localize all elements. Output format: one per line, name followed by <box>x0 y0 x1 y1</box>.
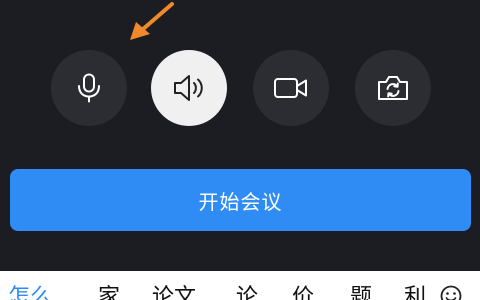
switch-camera-icon <box>378 76 408 100</box>
microphone-icon <box>78 73 100 103</box>
suggestion-item[interactable]: 论 <box>236 283 258 300</box>
suggestion-item[interactable]: 题 <box>350 283 372 300</box>
suggestion-divider <box>416 287 417 300</box>
suggestion-item[interactable]: 价 <box>292 283 314 300</box>
arrow-icon <box>130 2 174 40</box>
start-meeting-button[interactable]: 开始会议 <box>10 169 471 231</box>
keyboard-suggestion-bar: 怎么 家 论文 论 价 题 利 <box>0 271 480 300</box>
media-controls <box>0 50 480 126</box>
speaker-icon <box>174 75 203 101</box>
suggestion-item[interactable]: 利 <box>404 283 426 300</box>
suggestion-item[interactable]: 论文 <box>152 283 196 300</box>
microphone-button[interactable] <box>51 50 127 126</box>
switch-camera-button[interactable] <box>355 50 431 126</box>
video-camera-icon <box>274 78 307 98</box>
meeting-preview-panel: 开始会议 <box>0 0 480 271</box>
suggestion-item[interactable]: 家 <box>98 283 120 300</box>
camera-button[interactable] <box>253 50 329 126</box>
screen: 开始会议 怎么 家 论文 论 价 题 利 <box>0 0 480 300</box>
emoji-icon[interactable] <box>440 285 462 300</box>
start-meeting-label: 开始会议 <box>198 189 283 214</box>
speaker-button[interactable] <box>151 50 227 126</box>
suggestion-item[interactable]: 怎么 <box>8 283 52 300</box>
